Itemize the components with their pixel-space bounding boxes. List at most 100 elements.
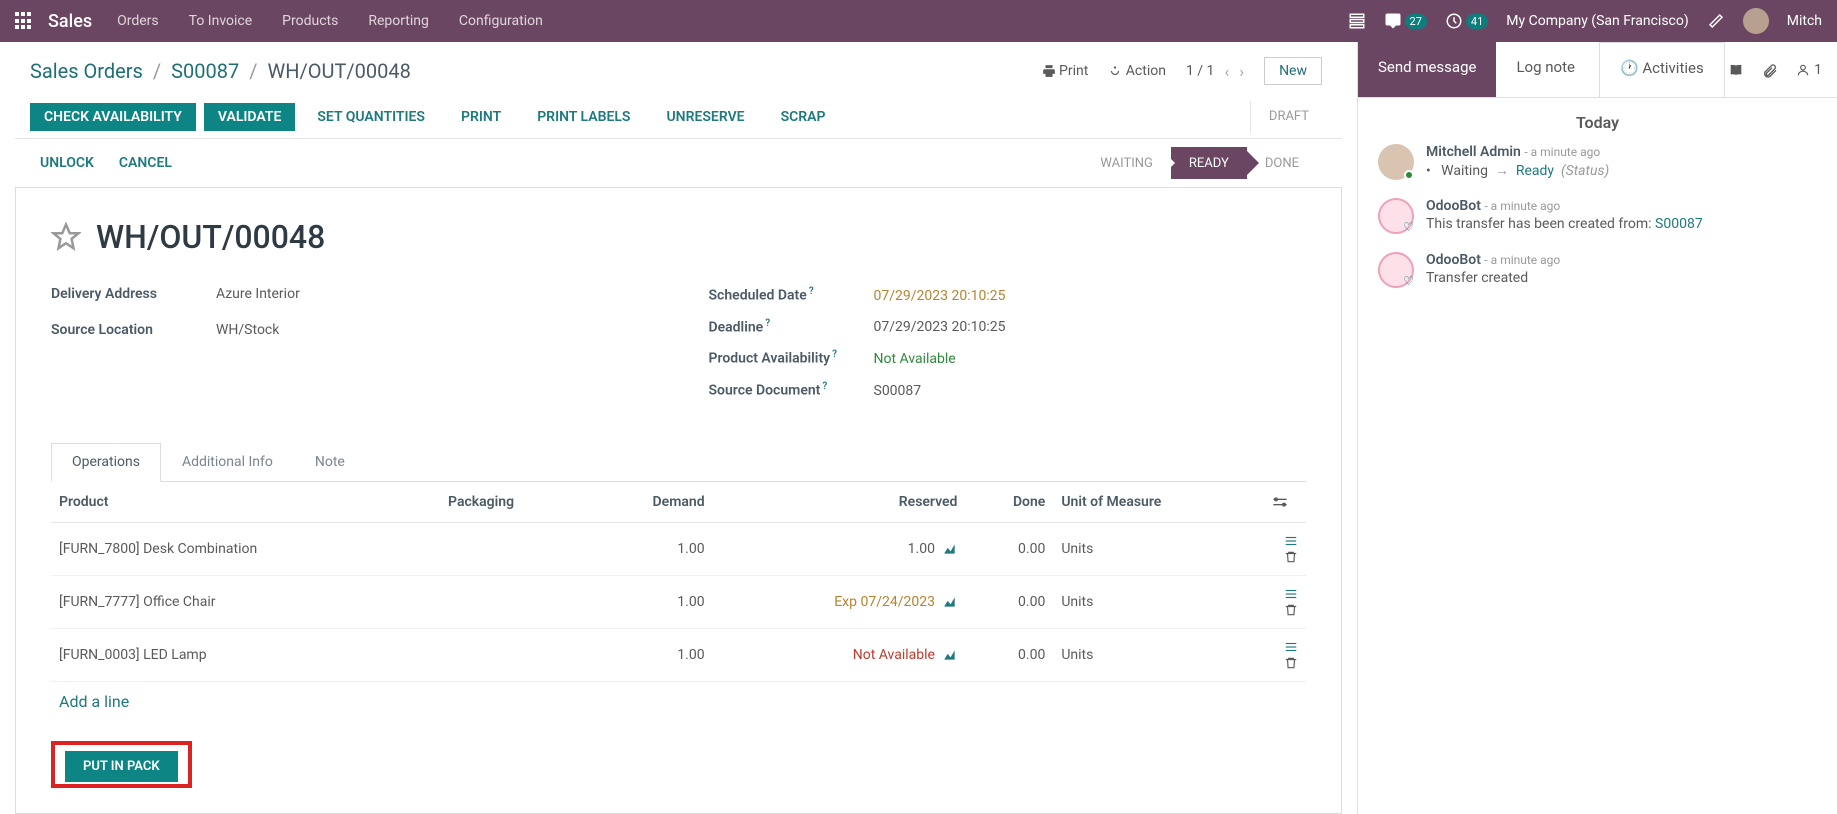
status-draft[interactable]: DRAFT	[1250, 101, 1327, 133]
msg-author[interactable]: Mitchell Admin	[1426, 144, 1521, 160]
pager-prev-icon[interactable]: ‹	[1224, 62, 1229, 81]
unlock-button[interactable]: UNLOCK	[40, 155, 94, 171]
nav-reporting[interactable]: Reporting	[368, 13, 429, 29]
detail-icon[interactable]	[1284, 586, 1298, 602]
cell-product[interactable]: [FURN_7777] Office Chair	[51, 575, 440, 628]
tools-icon[interactable]	[1707, 12, 1725, 30]
scheduled-date-value[interactable]: 07/29/2023 20:10:25	[874, 288, 1006, 304]
delete-icon[interactable]	[1284, 549, 1298, 565]
user-avatar[interactable]	[1743, 8, 1769, 34]
msg-status-link[interactable]: Ready	[1516, 163, 1554, 179]
status-bar: CHECK AVAILABILITY VALIDATE SET QUANTITI…	[15, 95, 1342, 139]
tab-operations[interactable]: Operations	[51, 443, 161, 482]
cell-packaging[interactable]	[440, 575, 589, 628]
nav-orders[interactable]: Orders	[117, 13, 159, 29]
cell-reserved[interactable]: 1.00	[713, 522, 966, 575]
cell-done[interactable]: 0.00	[965, 628, 1053, 681]
cell-demand[interactable]: 1.00	[589, 628, 713, 681]
msg-author[interactable]: OdooBot	[1426, 252, 1481, 268]
print-labels-button[interactable]: PRINT LABELS	[523, 103, 644, 131]
availability-label: Product Availability?	[709, 349, 874, 367]
pager-next-icon[interactable]: ›	[1239, 62, 1244, 81]
table-row[interactable]: [FURN_7777] Office Chair 1.00 Exp 07/24/…	[51, 575, 1306, 628]
status-steps-2: WAITING READY DONE	[1082, 147, 1317, 179]
th-settings[interactable]	[1264, 482, 1306, 523]
cell-packaging[interactable]	[440, 628, 589, 681]
cell-product[interactable]: [FURN_0003] LED Lamp	[51, 628, 440, 681]
user-name[interactable]: Mitch	[1787, 13, 1822, 29]
add-line-button[interactable]: Add a line	[51, 682, 1306, 721]
cell-reserved[interactable]: Exp 07/24/2023	[713, 575, 966, 628]
send-message-button[interactable]: Send message	[1358, 42, 1496, 97]
log-note-button[interactable]: Log note	[1496, 42, 1594, 97]
cell-uom[interactable]: Units	[1053, 575, 1264, 628]
print-button[interactable]: Print	[1042, 63, 1089, 79]
nav-products[interactable]: Products	[282, 13, 338, 29]
nav-to-invoice[interactable]: To Invoice	[189, 13, 253, 29]
book-icon[interactable]	[1728, 60, 1744, 79]
cell-reserved[interactable]: Not Available	[713, 628, 966, 681]
put-in-pack-button[interactable]: PUT IN PACK	[65, 751, 178, 782]
breadcrumb-root[interactable]: Sales Orders	[30, 59, 143, 83]
msg-link[interactable]: S00087	[1655, 216, 1703, 232]
forecast-icon[interactable]	[943, 594, 957, 610]
msg-avatar[interactable]	[1378, 252, 1414, 288]
msg-avatar[interactable]	[1378, 198, 1414, 234]
msg-avatar[interactable]	[1378, 144, 1414, 180]
unreserve-button[interactable]: UNRESERVE	[652, 103, 758, 131]
table-row[interactable]: [FURN_0003] LED Lamp 1.00 Not Available …	[51, 628, 1306, 681]
th-uom[interactable]: Unit of Measure	[1053, 482, 1264, 523]
check-availability-button[interactable]: CHECK AVAILABILITY	[30, 103, 196, 131]
cancel-button[interactable]: CANCEL	[119, 155, 172, 171]
attach-icon[interactable]	[1762, 60, 1778, 79]
print-button-2[interactable]: PRINT	[447, 103, 515, 131]
validate-button[interactable]: VALIDATE	[204, 103, 296, 131]
cell-done[interactable]: 0.00	[965, 575, 1053, 628]
cell-uom[interactable]: Units	[1053, 522, 1264, 575]
grid-icon[interactable]	[1348, 12, 1366, 30]
msg-body: Transfer created	[1426, 270, 1817, 286]
company-name[interactable]: My Company (San Francisco)	[1506, 13, 1688, 29]
follower-count[interactable]: 1	[1796, 62, 1822, 78]
status-ready[interactable]: READY	[1171, 147, 1247, 179]
apps-icon[interactable]	[15, 12, 33, 30]
delivery-address-value[interactable]: Azure Interior	[216, 286, 300, 302]
scrap-button[interactable]: SCRAP	[767, 103, 840, 131]
new-button[interactable]: New	[1264, 57, 1322, 85]
star-icon[interactable]	[51, 222, 81, 252]
tab-additional-info[interactable]: Additional Info	[161, 443, 294, 481]
th-done[interactable]: Done	[965, 482, 1053, 523]
cell-done[interactable]: 0.00	[965, 522, 1053, 575]
tab-note[interactable]: Note	[294, 443, 366, 481]
th-reserved[interactable]: Reserved	[713, 482, 966, 523]
set-quantities-button[interactable]: SET QUANTITIES	[303, 103, 439, 131]
cell-packaging[interactable]	[440, 522, 589, 575]
table-row[interactable]: [FURN_7800] Desk Combination 1.00 1.00 0…	[51, 522, 1306, 575]
msg-author[interactable]: OdooBot	[1426, 198, 1481, 214]
app-title[interactable]: Sales	[48, 11, 92, 32]
detail-icon[interactable]	[1284, 639, 1298, 655]
cell-uom[interactable]: Units	[1053, 628, 1264, 681]
action-button[interactable]: Action	[1108, 63, 1166, 79]
cell-demand[interactable]: 1.00	[589, 522, 713, 575]
breadcrumb-current: WH/OUT/00048	[267, 59, 410, 83]
source-location-value[interactable]: WH/Stock	[216, 322, 279, 338]
cell-demand[interactable]: 1.00	[589, 575, 713, 628]
chat-icon[interactable]: 27	[1384, 12, 1427, 30]
forecast-icon[interactable]	[943, 647, 957, 663]
detail-icon[interactable]	[1284, 533, 1298, 549]
record-title: WH/OUT/00048	[96, 218, 325, 256]
status-waiting[interactable]: WAITING	[1082, 147, 1171, 179]
cell-product[interactable]: [FURN_7800] Desk Combination	[51, 522, 440, 575]
clock-icon[interactable]: 41	[1445, 12, 1488, 30]
activities-button[interactable]: 🕐 Activities	[1599, 42, 1725, 97]
forecast-icon[interactable]	[943, 541, 957, 557]
delete-icon[interactable]	[1284, 602, 1298, 618]
th-packaging[interactable]: Packaging	[440, 482, 589, 523]
breadcrumb-parent[interactable]: S00087	[171, 59, 239, 83]
nav-configuration[interactable]: Configuration	[459, 13, 543, 29]
source-doc-value[interactable]: S00087	[874, 383, 922, 399]
th-product[interactable]: Product	[51, 482, 440, 523]
th-demand[interactable]: Demand	[589, 482, 713, 523]
delete-icon[interactable]	[1284, 655, 1298, 671]
